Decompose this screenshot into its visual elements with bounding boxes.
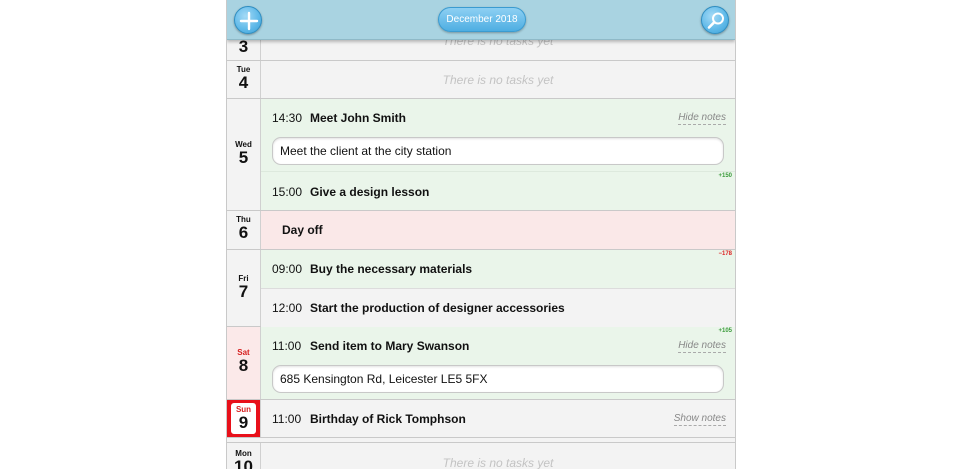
task-note-field[interactable]: 685 Kensington Rd, Leicester LE5 5FX [272, 365, 724, 393]
task-item[interactable]: +105 11:00 Send item to Mary Swanson Hid… [261, 327, 735, 400]
date-cell-9: Sun 9 [227, 400, 261, 437]
date-cell-4: Tue 4 [227, 61, 261, 98]
month-selector-button[interactable]: December 2018 [438, 7, 526, 32]
top-bar: December 2018 [227, 0, 735, 40]
task-title: Birthday of Rick Tomphson [310, 412, 466, 426]
score-badge: +105 [718, 328, 732, 334]
date-cell-7: Fri 7 [227, 250, 261, 326]
day-content-10: There is no tasks yet [261, 443, 735, 469]
task-item[interactable]: 11:00 Birthday of Rick Tomphson Show not… [261, 400, 735, 438]
day-content-8: +105 11:00 Send item to Mary Swanson Hid… [261, 327, 735, 399]
add-task-button[interactable] [234, 6, 262, 34]
day-row-4[interactable]: Tue 4 There is no tasks yet [227, 61, 735, 99]
today-marker: Sun 9 [231, 403, 256, 434]
day-row-9[interactable]: Sun 9 11:00 Birthday of Rick Tomphson Sh… [227, 400, 735, 438]
task-item[interactable]: 12:00 Start the production of designer a… [261, 288, 735, 327]
day-number: 6 [238, 223, 249, 242]
day-row-10[interactable]: Mon 10 There is no tasks yet [227, 442, 735, 469]
day-row-5[interactable]: Wed 5 14:30 Meet John Smith Hide notes M… [227, 99, 735, 211]
task-title: Send item to Mary Swanson [310, 339, 470, 353]
calendar-app: 3 There is no tasks yet Tue 4 There is n… [226, 0, 736, 469]
score-badge: +150 [718, 173, 732, 179]
task-title: Meet John Smith [310, 111, 407, 125]
day-content-9: 11:00 Birthday of Rick Tomphson Show not… [261, 400, 735, 437]
date-cell-6: Thu 6 [227, 211, 261, 249]
day-off-title: Day off [282, 223, 323, 237]
show-notes-link[interactable]: Show notes [673, 413, 726, 426]
task-time: 09:00 [272, 262, 303, 276]
day-number: 8 [238, 356, 249, 375]
day-content-6: Day off [261, 211, 735, 249]
task-title: Start the production of designer accesso… [310, 301, 565, 315]
day-content-7: −178 09:00 Buy the necessary materials 1… [261, 250, 735, 327]
day-number: 7 [238, 282, 249, 301]
task-time: 11:00 [272, 412, 302, 426]
date-cell-10: Mon 10 [227, 443, 261, 469]
task-title: Give a design lesson [310, 185, 430, 199]
day-content-4: There is no tasks yet [261, 61, 735, 98]
empty-tasks-text: There is no tasks yet [442, 456, 554, 469]
task-item[interactable]: +150 15:00 Give a design lesson [261, 171, 735, 211]
day-row-6[interactable]: Thu 6 Day off [227, 211, 735, 250]
hide-notes-link[interactable]: Hide notes [678, 112, 726, 125]
hide-notes-link[interactable]: Hide notes [678, 340, 726, 353]
task-item[interactable]: −178 09:00 Buy the necessary materials [261, 250, 735, 288]
day-number: 10 [234, 457, 253, 469]
date-cell-5: Wed 5 [227, 99, 261, 210]
search-icon [707, 12, 724, 29]
task-note-field[interactable]: Meet the client at the city station [272, 137, 724, 165]
search-button[interactable] [701, 6, 729, 34]
day-number: 5 [238, 148, 249, 167]
task-time: 12:00 [272, 301, 303, 315]
task-time: 15:00 [272, 185, 303, 199]
day-number: 4 [238, 73, 249, 92]
day-row-8[interactable]: Sat 8 +105 11:00 Send item to Mary Swans… [227, 327, 735, 400]
plus-icon [239, 11, 259, 31]
empty-tasks-text: There is no tasks yet [442, 73, 554, 87]
day-number: 9 [238, 413, 249, 432]
date-cell-8: Sat 8 [227, 327, 261, 399]
day-number: 3 [238, 37, 249, 56]
score-badge: −178 [718, 251, 732, 257]
task-title: Buy the necessary materials [310, 262, 473, 276]
day-row-7[interactable]: Fri 7 −178 09:00 Buy the necessary mater… [227, 250, 735, 327]
task-time: 14:30 [272, 111, 303, 125]
task-time: 11:00 [272, 339, 302, 353]
day-content-5: 14:30 Meet John Smith Hide notes Meet th… [261, 99, 735, 210]
task-item[interactable]: 14:30 Meet John Smith Hide notes Meet th… [261, 99, 735, 171]
